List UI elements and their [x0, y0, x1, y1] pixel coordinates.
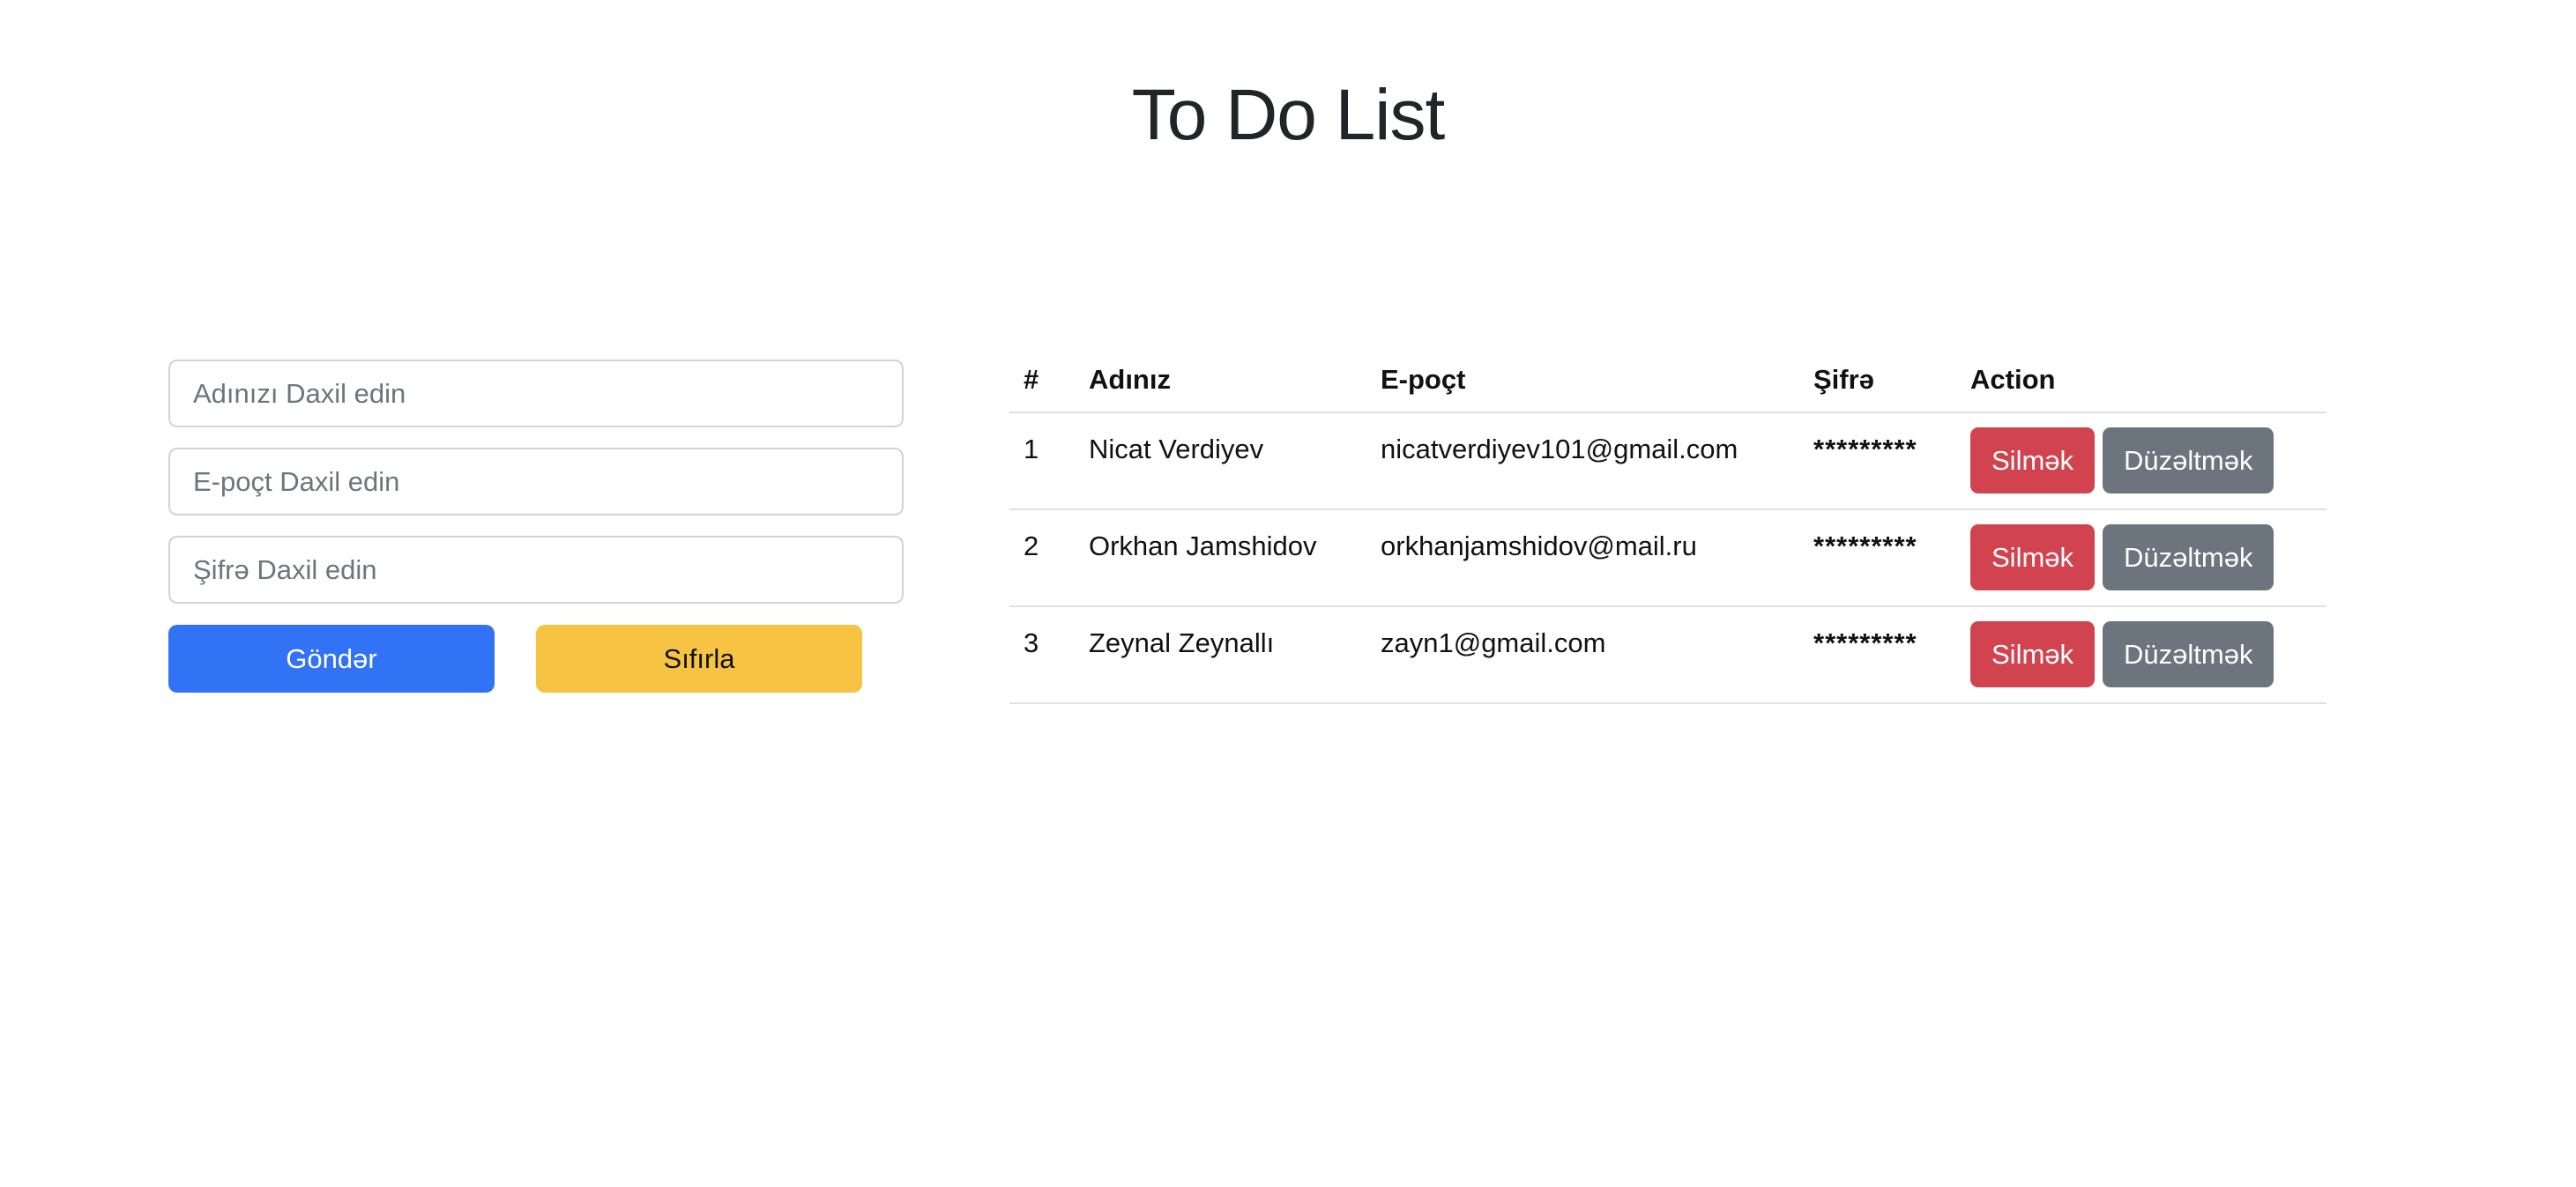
- edit-button[interactable]: Düzəltmək: [2103, 621, 2274, 687]
- row-name: Orkhan Jamshidov: [1089, 530, 1317, 561]
- edit-button[interactable]: Düzəltmək: [2103, 427, 2274, 493]
- header-email: E-poçt: [1366, 348, 1799, 413]
- row-actions: Silmək Düzəltmək: [1970, 607, 2327, 687]
- header-action: Action: [1956, 348, 2327, 413]
- header-password: Şifrə: [1799, 348, 1956, 413]
- row-number: 3: [1024, 627, 1039, 658]
- row-email: orkhanjamshidov@mail.ru: [1381, 530, 1697, 561]
- delete-button[interactable]: Silmək: [1970, 427, 2096, 493]
- submit-button[interactable]: Göndər: [168, 625, 495, 693]
- row-actions: Silmək Düzəltmək: [1970, 510, 2327, 590]
- delete-button[interactable]: Silmək: [1970, 621, 2096, 687]
- row-number: 2: [1024, 530, 1039, 561]
- row-name: Zeynal Zeynallı: [1089, 627, 1275, 658]
- email-input[interactable]: [168, 448, 904, 516]
- header-name: Adınız: [1075, 348, 1366, 413]
- delete-button[interactable]: Silmək: [1970, 524, 2096, 590]
- reset-button[interactable]: Sıfırla: [536, 625, 862, 693]
- row-password: *********: [1813, 627, 1917, 658]
- name-input[interactable]: [168, 360, 904, 427]
- header-number: #: [1009, 348, 1075, 413]
- row-email: nicatverdiyev101@gmail.com: [1381, 434, 1738, 464]
- table-row: 3 Zeynal Zeynallı zayn1@gmail.com ******…: [1009, 606, 2327, 704]
- users-table: # Adınız E-poçt Şifrə Action 1 Nicat Ver…: [1009, 348, 2327, 704]
- row-email: zayn1@gmail.com: [1381, 627, 1606, 658]
- page-title: To Do List: [1131, 75, 1446, 155]
- table-row: 2 Orkhan Jamshidov orkhanjamshidov@mail.…: [1009, 509, 2327, 607]
- row-password: *********: [1813, 530, 1917, 561]
- edit-button[interactable]: Düzəltmək: [2103, 524, 2274, 590]
- row-number: 1: [1024, 434, 1039, 464]
- row-password: *********: [1813, 434, 1917, 464]
- row-actions: Silmək Düzəltmək: [1970, 413, 2327, 493]
- table-row: 1 Nicat Verdiyev nicatverdiyev101@gmail.…: [1009, 412, 2327, 510]
- form-buttons: Göndər Sıfırla: [168, 625, 904, 693]
- row-name: Nicat Verdiyev: [1089, 434, 1264, 464]
- table-header-row: # Adınız E-poçt Şifrə Action: [1009, 348, 2327, 413]
- password-input[interactable]: [168, 536, 904, 604]
- user-form: Göndər Sıfırla: [168, 360, 904, 693]
- page: To Do List Göndər Sıfırla # Adınız E-poç…: [0, 0, 2576, 1187]
